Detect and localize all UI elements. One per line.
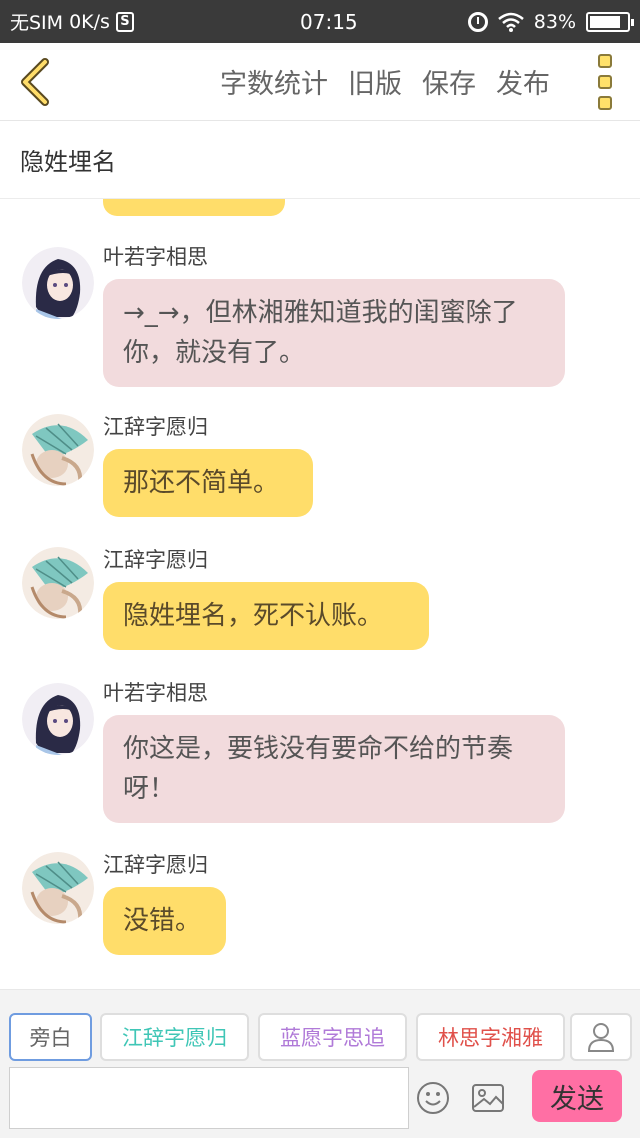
role-label: 江辞字愿归 [122, 1026, 227, 1050]
role-label: 蓝愿字思追 [280, 1026, 385, 1050]
net-speed: 0K/s [69, 10, 110, 33]
avatar-jiangci[interactable] [22, 414, 94, 486]
carrier-label: 无SIM [10, 12, 64, 34]
emoji-button[interactable] [416, 1081, 450, 1115]
more-button[interactable] [570, 43, 640, 121]
status-right: 83% [467, 10, 634, 33]
role-lanyuan[interactable]: 蓝愿字思追 [258, 1013, 407, 1061]
battery-fill [590, 15, 620, 28]
role-selector: 旁白 江辞字愿归 蓝愿字思追 林思字湘雅 [0, 1013, 640, 1063]
more-vertical-icon [598, 95, 612, 110]
publish-button[interactable]: 发布 [496, 62, 550, 101]
status-left: 无SIM 0K/s S [10, 8, 270, 35]
role-narrator[interactable]: 旁白 [9, 1013, 92, 1061]
sender-name: 叶若字相思 [103, 681, 208, 705]
message-input[interactable] [9, 1067, 409, 1129]
send-button[interactable]: 发送 [532, 1070, 622, 1122]
sender-name: 叶若字相思 [103, 245, 208, 269]
add-role-button[interactable] [570, 1013, 632, 1061]
user-icon [587, 1023, 615, 1052]
clock: 07:15 [300, 9, 358, 34]
back-button[interactable] [0, 43, 70, 121]
story-title[interactable]: 隐姓埋名 [0, 121, 640, 199]
sim-icon: S [115, 11, 134, 32]
chat-message: 江辞字愿归 那还不简单。 [0, 411, 640, 521]
image-icon [472, 1084, 504, 1112]
sender-name: 江辞字愿归 [103, 415, 208, 439]
chat-list[interactable]: 叶若字相思 →_→，但林湘雅知道我的闺蜜除了你，就没有了。 江辞字愿归 那还不简… [0, 199, 640, 989]
word-count-button[interactable]: 字数统计 [220, 62, 328, 101]
chat-message: 叶若字相思 你这是，要钱没有要命不给的节奏呀！ [0, 677, 640, 827]
message-bubble[interactable]: 隐姓埋名，死不认账。 [103, 582, 429, 650]
story-title-text: 隐姓埋名 [20, 148, 116, 176]
smile-icon [417, 1082, 449, 1114]
sender-name: 江辞字愿归 [103, 853, 208, 877]
chat-message: 江辞字愿归 没错。 [0, 849, 640, 959]
more-vertical-icon [598, 53, 612, 68]
chat-message: 江辞字愿归 隐姓埋名，死不认账。 [0, 544, 640, 654]
alarm-icon [467, 11, 488, 32]
chevron-left-icon [21, 57, 49, 106]
image-button[interactable] [471, 1083, 505, 1113]
avatar-jiangci[interactable] [22, 547, 94, 619]
avatar-yeruo[interactable] [22, 683, 94, 755]
role-jiangci[interactable]: 江辞字愿归 [100, 1013, 249, 1061]
sender-name: 江辞字愿归 [103, 548, 208, 572]
status-bar: 无SIM 0K/s S 07:15 83% [0, 0, 640, 43]
message-bubble[interactable]: 没错。 [103, 887, 226, 955]
chat-message: 叶若字相思 →_→，但林湘雅知道我的闺蜜除了你，就没有了。 [0, 241, 640, 391]
partial-message-bubble [103, 199, 285, 216]
message-bubble[interactable]: →_→，但林湘雅知道我的闺蜜除了你，就没有了。 [103, 279, 565, 387]
avatar-jiangci[interactable] [22, 852, 94, 924]
input-row: 发送 [0, 1067, 640, 1129]
save-button[interactable]: 保存 [422, 62, 476, 101]
role-label: 旁白 [29, 1026, 72, 1050]
message-bubble[interactable]: 那还不简单。 [103, 449, 313, 517]
wifi-icon [497, 12, 524, 32]
battery-percent: 83% [533, 10, 576, 33]
composer: 旁白 江辞字愿归 蓝愿字思追 林思字湘雅 发送 [0, 989, 640, 1138]
more-vertical-icon [598, 74, 612, 89]
toolbar: 字数统计 旧版 保存 发布 [0, 43, 640, 121]
battery-icon [586, 11, 634, 32]
role-label: 林思字湘雅 [438, 1026, 543, 1050]
avatar-yeruo[interactable] [22, 247, 94, 319]
old-version-button[interactable]: 旧版 [348, 62, 402, 101]
toolbar-actions: 字数统计 旧版 保存 发布 [70, 62, 570, 101]
role-linsi[interactable]: 林思字湘雅 [416, 1013, 565, 1061]
message-bubble[interactable]: 你这是，要钱没有要命不给的节奏呀！ [103, 715, 565, 823]
